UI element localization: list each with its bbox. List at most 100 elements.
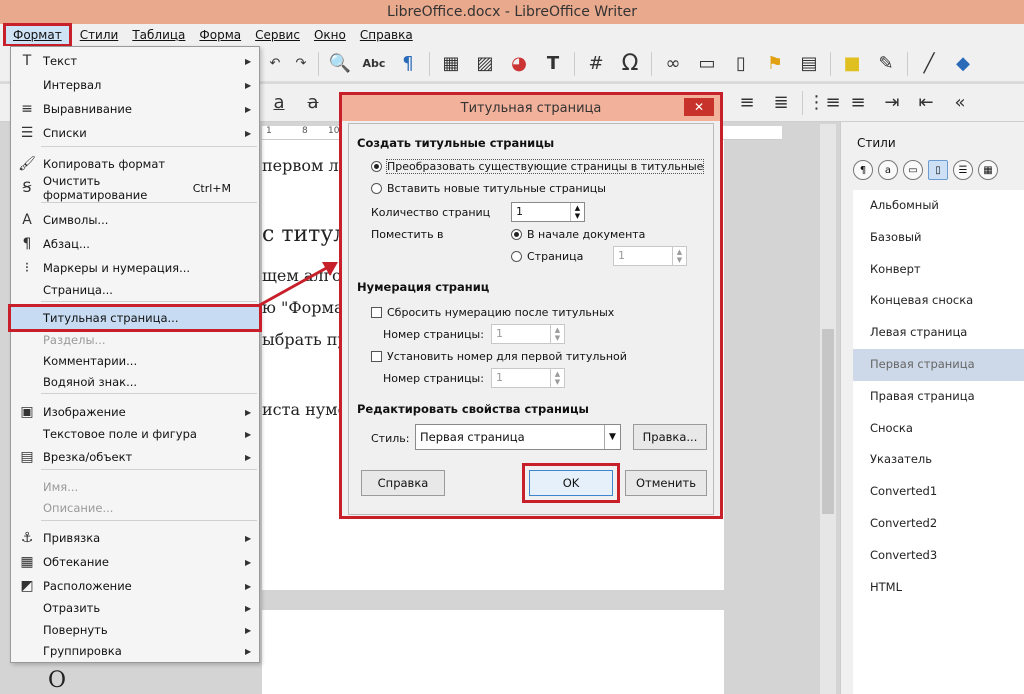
style-list-item[interactable]: Базовый (853, 222, 1024, 254)
bookmark-icon[interactable]: ⚑ (761, 50, 789, 78)
close-icon[interactable]: ✕ (684, 98, 714, 116)
checkbox-set-first-number[interactable]: Установить номер для первой титульной (371, 350, 627, 363)
scrollbar-thumb[interactable] (822, 329, 834, 514)
radio-button[interactable] (511, 251, 522, 262)
style-list-item[interactable]: Концевая сноска (853, 285, 1024, 317)
style-list-item[interactable]: HTML (853, 572, 1024, 604)
menu-item-flip[interactable]: Отразить ▶ (11, 597, 259, 619)
page-styles-icon[interactable]: ▯ (928, 160, 948, 180)
shapes-icon[interactable]: ◆ (949, 50, 977, 78)
menu-item-arrange[interactable]: ◩ Расположение ▶ (11, 575, 259, 597)
insert-textbox-icon[interactable]: T (539, 50, 567, 78)
hyperlink-icon[interactable]: ∞ (659, 50, 687, 78)
edit-button[interactable]: Правка... (633, 424, 707, 450)
redo-icon[interactable]: ↷ (291, 50, 311, 78)
radio-button[interactable] (371, 183, 382, 194)
menu-item-align[interactable]: ≡ Выравнивание ▶ (11, 98, 259, 120)
radio-start-of-document[interactable]: В начале документа (511, 228, 645, 241)
menu-item-description[interactable]: Описание... (11, 497, 259, 519)
menu-item-frame-object[interactable]: ▤ Врезка/объект ▶ (11, 446, 259, 468)
menu-item-wrap[interactable]: ▦ Обтекание ▶ (11, 551, 259, 573)
menu-item-rotate[interactable]: Повернуть ▶ (11, 619, 259, 641)
insert-field-icon[interactable]: # (582, 50, 610, 78)
stepper-arrows-icon[interactable]: ▲ ▼ (550, 369, 564, 387)
checkbox-reset-numbering[interactable]: Сбросить нумерацию после титульных (371, 306, 614, 319)
list-styles-icon[interactable]: ☰ (953, 160, 973, 180)
frame-styles-icon[interactable]: ▭ (903, 160, 923, 180)
special-character-icon[interactable]: Ω (616, 50, 644, 78)
menu-item-paragraph[interactable]: ¶ Абзац... (11, 233, 259, 255)
cross-reference-icon[interactable]: ▤ (795, 50, 823, 78)
radio-insert-pages[interactable]: Вставить новые титульные страницы (371, 182, 606, 195)
track-changes-icon[interactable]: ✎ (872, 50, 900, 78)
menu-styles[interactable]: Стили (73, 26, 126, 44)
style-list-item[interactable]: Правая страница (853, 381, 1024, 413)
radio-button[interactable] (511, 229, 522, 240)
menu-item-group[interactable]: Группировка ▶ (11, 640, 259, 662)
radio-button[interactable] (371, 161, 382, 172)
indent-icon[interactable]: ⇥ (878, 89, 906, 117)
style-list-item[interactable]: Converted3 (853, 540, 1024, 572)
style-list-item[interactable]: Converted1 (853, 476, 1024, 508)
menu-item-lists[interactable]: ☰ Списки ▶ (11, 122, 259, 144)
comment-icon[interactable]: ■ (838, 50, 866, 78)
stepper-arrows-icon[interactable]: ▲ ▼ (672, 247, 686, 265)
vertical-scrollbar[interactable] (820, 124, 836, 694)
superscript-icon[interactable]: a (265, 89, 293, 117)
document-page-2[interactable]: О (48, 610, 724, 694)
undo-icon[interactable]: ↶ (265, 50, 285, 78)
menu-format[interactable]: Формат (3, 23, 72, 47)
insert-image-icon[interactable]: ▨ (471, 50, 499, 78)
menu-tools[interactable]: Сервис (248, 26, 307, 44)
page-style-select[interactable]: Первая страница ▼ (415, 424, 621, 450)
strikethrough-icon[interactable]: a (299, 89, 327, 117)
menu-item-page[interactable]: Страница... (11, 279, 259, 301)
menu-item-clear-formatting[interactable]: Ꞩ Очистить форматирование Ctrl+M (11, 174, 259, 202)
radio-convert-pages[interactable]: Преобразовать существующие страницы в ти… (371, 159, 705, 174)
paragraph-styles-icon[interactable]: ¶ (853, 160, 873, 180)
menu-item-bullets-numbering[interactable]: ⁝ Маркеры и нумерация... (11, 257, 259, 279)
page-number-stepper-2[interactable]: 1 ▲ ▼ (491, 368, 565, 388)
style-list-item[interactable]: Первая страница (853, 348, 1024, 381)
table-styles-icon[interactable]: ▦ (978, 160, 998, 180)
style-list-item[interactable]: Альбомный (853, 190, 1024, 222)
menu-item-text-box-shape[interactable]: Текстовое поле и фигура ▶ (11, 423, 259, 445)
menu-item-comments[interactable]: Комментарии... (11, 350, 259, 372)
style-list-item[interactable]: Указатель (853, 444, 1024, 476)
menu-item-sections[interactable]: Разделы... (11, 329, 259, 351)
insert-chart-icon[interactable]: ◕ (505, 50, 533, 78)
radio-page[interactable]: Страница (511, 250, 583, 263)
direction-icon[interactable]: « (946, 89, 974, 117)
menu-item-clone-format[interactable]: 🖌 Копировать формат (11, 153, 259, 175)
page-number-stepper-1[interactable]: 1 ▲ ▼ (491, 324, 565, 344)
menu-item-watermark[interactable]: Водяной знак... (11, 371, 259, 393)
bullets-icon[interactable]: ≡ (844, 89, 872, 117)
spellcheck-icon[interactable]: Abc (360, 50, 388, 78)
menu-item-image[interactable]: ▣ Изображение ▶ (11, 401, 259, 423)
style-list-item[interactable]: Конверт (853, 254, 1024, 286)
style-list-item[interactable]: Сноска (853, 413, 1024, 445)
help-button[interactable]: Справка (361, 470, 445, 496)
insert-table-icon[interactable]: ▦ (437, 50, 465, 78)
style-list-item[interactable]: Левая страница (853, 317, 1024, 349)
menu-window[interactable]: Окно (307, 26, 353, 44)
stepper-arrows-icon[interactable]: ▲ ▼ (550, 325, 564, 343)
outdent-icon[interactable]: ⇤ (912, 89, 940, 117)
cancel-button[interactable]: Отменить (625, 470, 707, 496)
endnote-icon[interactable]: ▯ (727, 50, 755, 78)
checkbox[interactable] (371, 307, 382, 318)
menu-item-spacing[interactable]: Интервал ▶ (11, 74, 259, 96)
menu-form[interactable]: Форма (192, 26, 248, 44)
menu-table[interactable]: Таблица (125, 26, 192, 44)
justify-icon[interactable]: ≣ (767, 89, 795, 117)
stepper-arrows-icon[interactable]: ▲ ▼ (570, 203, 584, 221)
menu-item-character[interactable]: A Символы... (11, 209, 259, 231)
style-list-item[interactable]: Converted2 (853, 508, 1024, 540)
page-count-stepper[interactable]: 1 ▲ ▼ (511, 202, 585, 222)
page-position-stepper[interactable]: 1 ▲ ▼ (613, 246, 687, 266)
character-styles-icon[interactable]: a (878, 160, 898, 180)
find-replace-icon[interactable]: 🔍 (326, 50, 354, 78)
checkbox[interactable] (371, 351, 382, 362)
menu-item-name[interactable]: Имя... (11, 476, 259, 498)
formatting-marks-icon[interactable]: ¶ (394, 50, 422, 78)
